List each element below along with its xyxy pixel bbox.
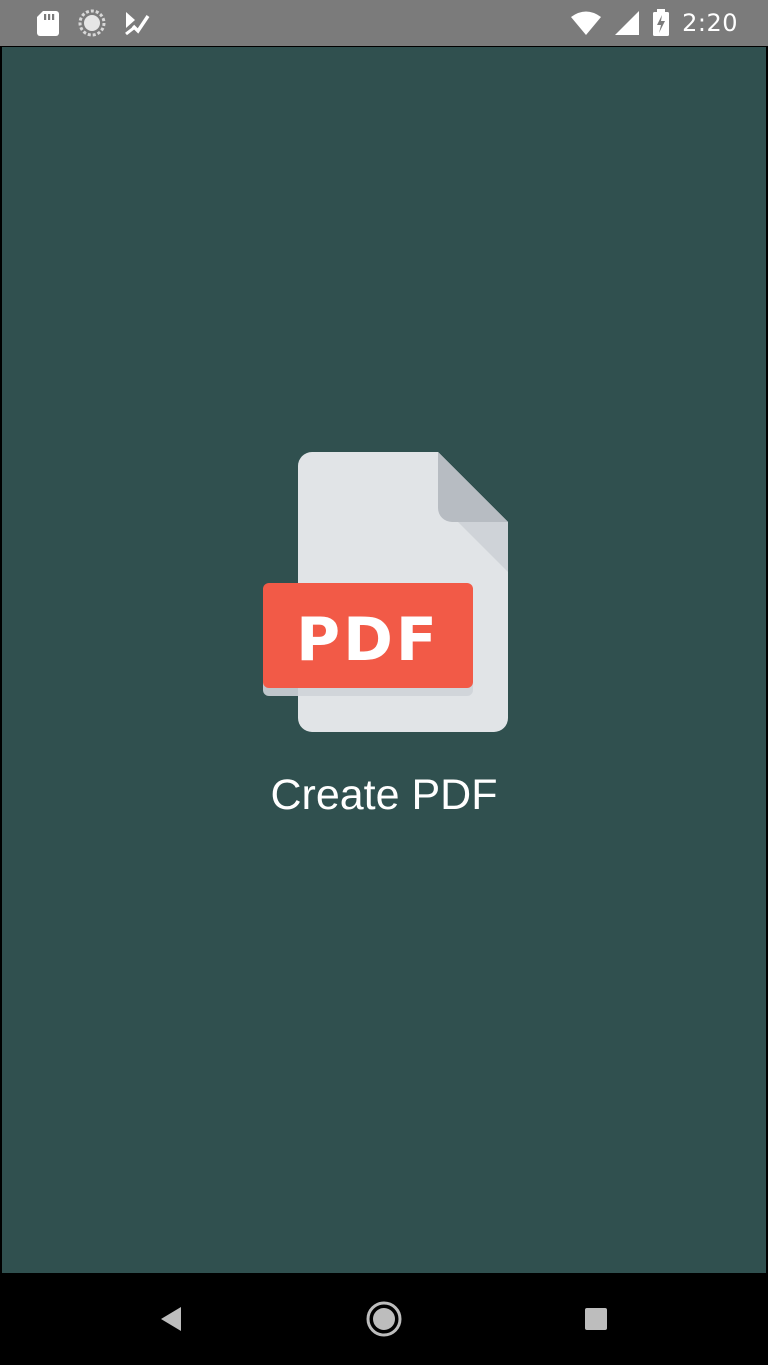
- splash-screen: PDF Create PDF: [2, 47, 766, 1273]
- status-bar: 2:20: [0, 0, 768, 46]
- tasks-icon: [124, 10, 150, 36]
- home-button[interactable]: [352, 1273, 416, 1365]
- recents-button[interactable]: [564, 1273, 628, 1365]
- back-button[interactable]: [140, 1273, 204, 1365]
- battery-charging-icon: [652, 9, 670, 37]
- cell-signal-icon: [614, 10, 640, 36]
- status-right-icons: 2:20: [570, 0, 738, 46]
- pdf-file-logo: PDF: [260, 452, 512, 734]
- status-left-icons: [36, 0, 150, 46]
- pdf-badge-text: PDF: [296, 605, 440, 675]
- app-title: Create PDF: [270, 771, 498, 819]
- navigation-bar: [0, 1273, 768, 1365]
- recents-icon: [583, 1306, 609, 1332]
- sd-card-icon: [36, 10, 60, 36]
- wifi-icon: [570, 10, 602, 36]
- pdf-file-icon: PDF: [263, 452, 508, 732]
- home-icon: [365, 1300, 403, 1338]
- back-icon: [157, 1304, 187, 1334]
- sync-icon: [78, 9, 106, 37]
- status-time: 2:20: [682, 9, 738, 37]
